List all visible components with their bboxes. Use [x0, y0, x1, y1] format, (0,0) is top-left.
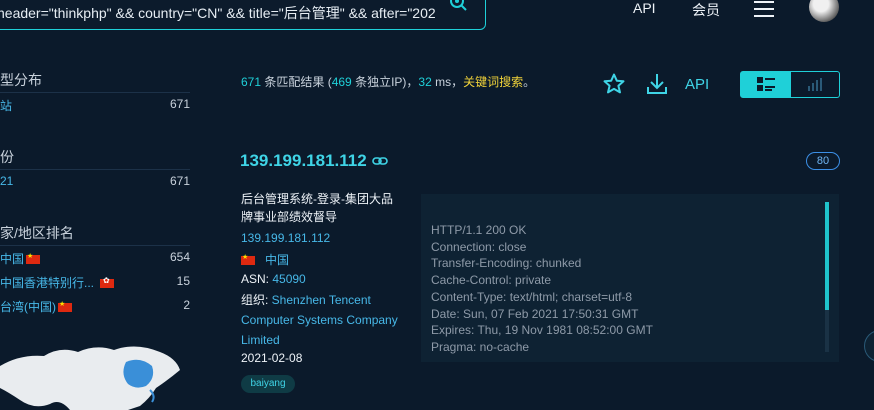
floating-button[interactable]	[864, 330, 874, 362]
menu-icon[interactable]	[754, 0, 774, 18]
result-summary: 671 条匹配结果 (469 条独立IP)，32 ms，关键词搜索。	[241, 73, 535, 90]
org-label: 组织:	[241, 293, 272, 307]
sidebar-item-label: 台湾(中国)	[0, 300, 56, 314]
scrollbar-thumb[interactable]	[825, 202, 829, 310]
update-date: 2021-02-08	[241, 351, 303, 365]
tag-badge[interactable]: baiyang	[241, 375, 295, 393]
star-icon[interactable]	[602, 72, 626, 96]
query-time: 32	[418, 75, 432, 89]
sidebar-item-year[interactable]: 21 671	[0, 172, 190, 192]
api-button[interactable]: API	[685, 76, 709, 93]
china-flag-icon	[26, 252, 41, 265]
sidebar-item-count: 2	[183, 298, 190, 312]
http-header-text: HTTP/1.1 200 OK Connection: close Transf…	[431, 222, 653, 356]
sidebar-item-label: 中国香港特别行...	[0, 276, 95, 290]
divider	[0, 245, 190, 246]
scrollbar[interactable]	[825, 202, 829, 352]
sidebar-item-label: 21	[0, 174, 14, 188]
asn-label: ASN:	[241, 272, 273, 286]
search-box[interactable]: header="thinkphp" && country="CN" && tit…	[0, 0, 486, 30]
sidebar-item-count: 671	[169, 174, 190, 188]
list-view-icon	[757, 77, 775, 91]
country-link[interactable]: 中国	[241, 251, 289, 268]
asn-link[interactable]: 45090	[272, 272, 305, 286]
header-line: Pragma: no-cache	[431, 339, 530, 354]
year-title: 份	[0, 149, 14, 165]
http-header-panel[interactable]: HTTP/1.1 200 OK Connection: close Transf…	[421, 194, 839, 362]
nav-api-link[interactable]: API	[633, 0, 656, 16]
type-distribution-title: 型分布	[0, 72, 42, 88]
list-view-button[interactable]	[741, 72, 791, 97]
country-ranking-title: 家/地区排名	[0, 225, 74, 241]
port-badge[interactable]: 80	[806, 152, 840, 170]
header-line: Content-Type: text/html; charset=utf-8	[431, 289, 633, 304]
header-line: Cache-Control: private	[431, 273, 552, 288]
asn-field: ASN: 45090	[241, 272, 306, 286]
summary-text: ms，	[431, 75, 464, 89]
country-label: 中国	[265, 253, 290, 267]
summary-text: 。	[523, 75, 536, 89]
keyword-search-link[interactable]: 关键词搜索	[463, 75, 523, 89]
header-line: Connection: close	[431, 239, 527, 254]
sidebar-item-country-hk[interactable]: 中国香港特别行... 15	[0, 272, 190, 292]
search-input[interactable]: header="thinkphp" && country="CN" && tit…	[0, 3, 436, 23]
chart-view-button[interactable]	[791, 72, 839, 97]
result-ip-title[interactable]: 139.199.181.112	[240, 151, 367, 171]
china-flag-icon	[58, 300, 72, 313]
divider	[0, 92, 190, 93]
sidebar-item-country-cn[interactable]: 中国 654	[0, 248, 190, 268]
unique-ip-count: 469	[331, 75, 352, 89]
summary-text: 条独立IP)，	[351, 75, 419, 89]
hong-kong-flag-icon	[100, 276, 115, 289]
divider	[0, 169, 190, 170]
download-icon[interactable]	[645, 72, 669, 96]
header-line: HTTP/1.1 200 OK	[431, 223, 527, 237]
sidebar-item-count: 15	[176, 274, 190, 288]
world-map	[0, 346, 180, 410]
header-line: Expires: Thu, 19 Nov 1981 08:52:00 GMT	[431, 323, 653, 338]
sidebar-item-label: 站	[0, 99, 13, 113]
search-icon[interactable]	[448, 0, 468, 12]
nav-member-link[interactable]: 会员	[692, 0, 720, 20]
summary-text: 条匹配结果 (	[261, 75, 332, 89]
header-line: Date: Sun, 07 Feb 2021 17:50:31 GMT	[431, 306, 639, 321]
ip-link[interactable]: 139.199.181.112	[241, 231, 330, 245]
sidebar-item-label: 中国	[0, 252, 25, 266]
site-title: 后台管理系统-登录-集团大品牌事业部绩效督导	[241, 192, 393, 224]
china-flag-icon	[241, 253, 255, 266]
link-icon[interactable]	[372, 155, 388, 167]
avatar[interactable]	[809, 0, 839, 22]
bar-chart-icon	[808, 78, 822, 91]
header-line: Transfer-Encoding: chunked	[431, 256, 582, 271]
view-toggle	[740, 71, 840, 98]
result-count: 671	[241, 75, 262, 89]
sidebar-item-type[interactable]: 站 671	[0, 95, 190, 115]
org-field: 组织: Shenzhen Tencent Computer Systems Co…	[241, 290, 401, 350]
sidebar-item-count: 671	[169, 97, 190, 111]
sidebar-item-country-tw[interactable]: 台湾(中国) 2	[0, 296, 190, 316]
sidebar-item-count: 654	[169, 250, 190, 264]
